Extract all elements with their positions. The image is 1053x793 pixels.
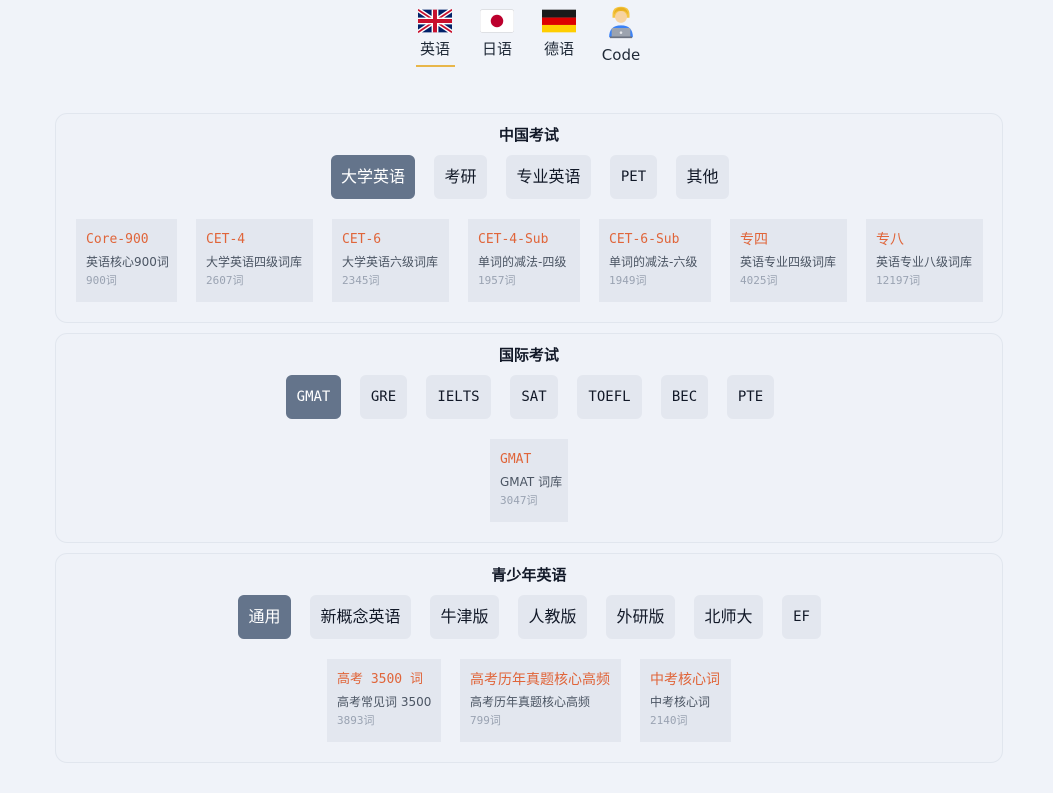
section-title: 青少年英语 (491, 566, 567, 584)
tab-pep[interactable]: 人教版 (518, 595, 587, 639)
uk-flag-icon (418, 9, 452, 33)
card-desc: 高考历年真题核心高频 (470, 695, 591, 709)
card-count: 900词 (86, 274, 117, 287)
language-tab-japanese[interactable]: 日语 (475, 6, 519, 58)
card-name: 高考 3500 词 (337, 672, 423, 687)
tab-gmat[interactable]: GMAT (286, 375, 341, 419)
language-label: 德语 (543, 40, 574, 58)
dict-card-core-900[interactable]: Core-900 英语核心900词 900词 (76, 219, 177, 302)
card-count: 1957词 (478, 274, 516, 287)
tab-bec[interactable]: BEC (661, 375, 708, 419)
card-count: 2140词 (650, 714, 688, 727)
tab-fltrp[interactable]: 外研版 (606, 595, 675, 639)
tab-professional-english[interactable]: 专业英语 (506, 155, 591, 199)
dict-card-cet-4[interactable]: CET-4 大学英语四级词库 2607词 (196, 219, 313, 302)
tab-bnu[interactable]: 北师大 (694, 595, 763, 639)
card-name: CET-4-Sub (478, 232, 549, 247)
tab-sat[interactable]: SAT (510, 375, 558, 419)
card-count: 1949词 (609, 274, 647, 287)
tab-toefl[interactable]: TOEFL (577, 375, 642, 419)
card-desc: 英语专业八级词库 (876, 255, 973, 269)
section-international-exams: 国际考试 GMAT GRE IELTS SAT TOEFL BEC PTE GM… (55, 333, 1003, 543)
card-desc: GMAT 词库 (500, 475, 563, 489)
card-name: CET-4 (206, 232, 246, 247)
card-name: CET-6 (342, 232, 382, 247)
card-desc: 大学英语四级词库 (206, 255, 303, 269)
card-name: 高考历年真题核心高频 (470, 672, 610, 688)
dict-card-tem-8[interactable]: 专八 英语专业八级词库 12197词 (866, 219, 983, 302)
card-count: 2607词 (206, 274, 244, 287)
card-desc: 中考核心词 (650, 695, 711, 709)
card-count: 3893词 (337, 714, 375, 727)
tab-oxford[interactable]: 牛津版 (430, 595, 499, 639)
tab-ef[interactable]: EF (782, 595, 821, 639)
card-desc: 单词的减法-四级 (478, 255, 567, 269)
section-chinese-exams: 中国考试 大学英语 考研 专业英语 PET 其他 Core-900 英语核心90… (55, 113, 1003, 323)
language-label: 日语 (481, 40, 512, 58)
tab-postgrad[interactable]: 考研 (434, 155, 487, 199)
dict-card-cet-4-sub[interactable]: CET-4-Sub 单词的减法-四级 1957词 (468, 219, 580, 302)
section-title: 国际考试 (498, 346, 559, 364)
tab-ielts[interactable]: IELTS (426, 375, 491, 419)
card-desc: 英语核心900词 (86, 255, 169, 269)
card-name: 中考核心词 (650, 672, 720, 688)
section-youth-english: 青少年英语 通用 新概念英语 牛津版 人教版 外研版 北师大 EF 高考 350… (55, 553, 1003, 763)
tab-other[interactable]: 其他 (676, 155, 729, 199)
dict-card-tem-4[interactable]: 专四 英语专业四级词库 4025词 (730, 219, 847, 302)
tab-gre[interactable]: GRE (360, 375, 407, 419)
language-label: Code (601, 46, 641, 64)
tab-new-concept-english[interactable]: 新概念英语 (310, 595, 411, 639)
dict-card-gmat[interactable]: GMAT GMAT 词库 3047词 (490, 439, 568, 522)
dict-card-cet-6[interactable]: CET-6 大学英语六级词库 2345词 (332, 219, 449, 302)
card-desc: 高考常见词 3500 (337, 695, 432, 709)
dict-card-gaokao-3500[interactable]: 高考 3500 词 高考常见词 3500 3893词 (327, 659, 441, 742)
tab-college-english[interactable]: 大学英语 (331, 155, 415, 199)
dict-card-gaokao-past-exams[interactable]: 高考历年真题核心高频 高考历年真题核心高频 799词 (460, 659, 621, 742)
tab-pet[interactable]: PET (610, 155, 657, 199)
tab-general[interactable]: 通用 (238, 595, 291, 639)
card-name: 专八 (876, 232, 904, 248)
language-label: 英语 (419, 40, 450, 58)
tab-pte[interactable]: PTE (727, 375, 774, 419)
card-name: 专四 (740, 232, 768, 248)
germany-flag-icon (542, 9, 576, 33)
language-tabs: 英语 日语 德语 Code (0, 6, 1053, 70)
language-tab-english[interactable]: 英语 (413, 6, 457, 58)
card-desc: 大学英语六级词库 (342, 255, 439, 269)
card-name: CET-6-Sub (609, 232, 680, 247)
technologist-icon (609, 6, 633, 39)
active-language-underline (416, 65, 455, 67)
card-count: 799词 (470, 714, 501, 727)
dict-card-cet-6-sub[interactable]: CET-6-Sub 单词的减法-六级 1949词 (599, 219, 711, 302)
card-count: 4025词 (740, 274, 778, 287)
language-tab-code[interactable]: Code (599, 6, 643, 64)
dict-card-zhongkao-core[interactable]: 中考核心词 中考核心词 2140词 (640, 659, 731, 742)
card-desc: 英语专业四级词库 (740, 255, 837, 269)
card-name: GMAT (500, 452, 532, 467)
card-name: Core-900 (86, 232, 149, 247)
card-desc: 单词的减法-六级 (609, 255, 698, 269)
section-title: 中国考试 (498, 126, 559, 144)
card-count: 2345词 (342, 274, 380, 287)
japan-flag-icon (480, 9, 514, 33)
card-count: 3047词 (500, 494, 538, 507)
language-tab-german[interactable]: 德语 (537, 6, 581, 58)
card-count: 12197词 (876, 274, 921, 287)
